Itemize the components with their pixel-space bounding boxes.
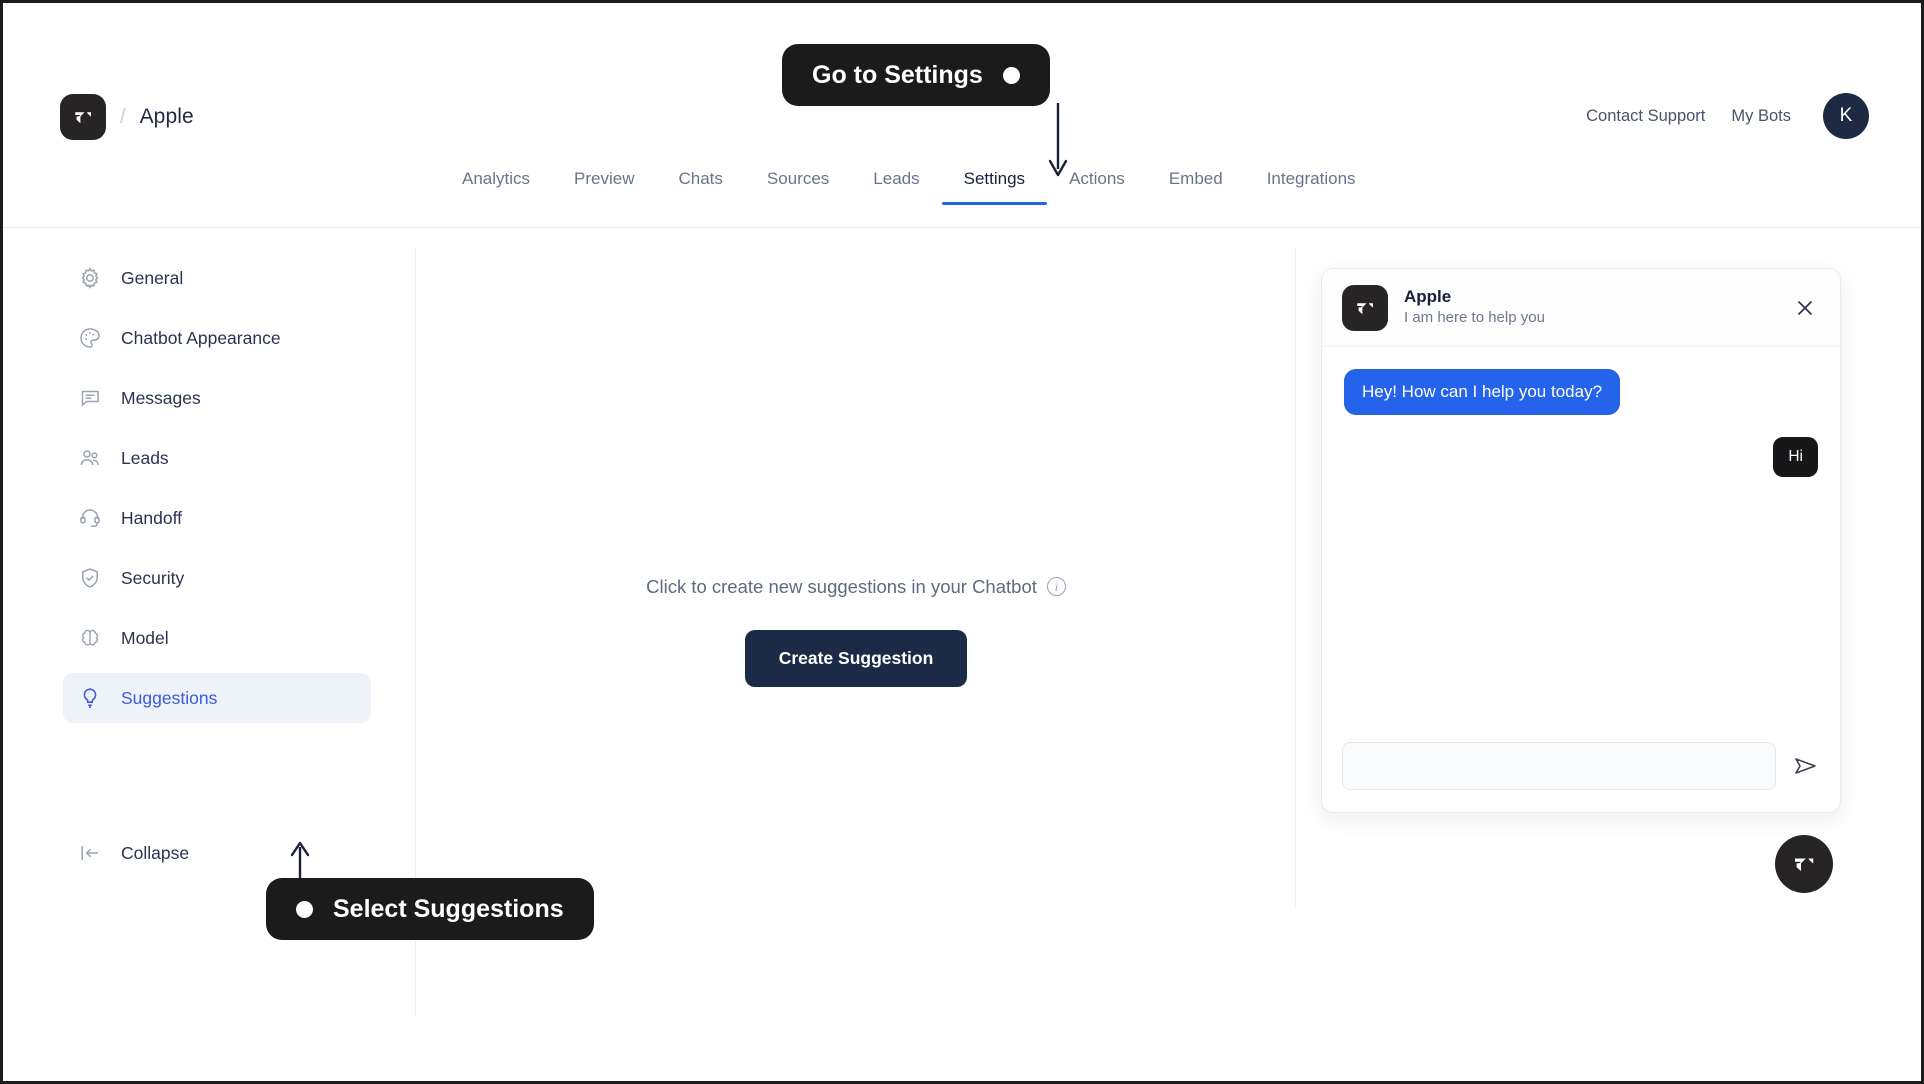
sidebar-item-model[interactable]: Model	[63, 613, 371, 663]
bot-message-bubble: Hey! How can I help you today?	[1344, 369, 1621, 415]
empty-state-message: Click to create new suggestions in your …	[646, 575, 1037, 597]
breadcrumb-bot-name: Apple	[139, 105, 194, 128]
avatar[interactable]: K	[1823, 93, 1869, 139]
chat-widget-header: Apple I am here to help you	[1322, 269, 1840, 347]
tab-analytics[interactable]: Analytics	[440, 169, 552, 205]
sidebar-collapse-label: Collapse	[121, 842, 190, 863]
collapse-icon	[77, 840, 103, 866]
headset-icon	[77, 505, 103, 531]
callout-go-to-settings: Go to Settings	[782, 44, 1050, 106]
callout-arrow-down-icon	[1048, 103, 1068, 177]
chat-launcher-button[interactable]	[1775, 835, 1833, 893]
breadcrumb-separator: /	[120, 105, 126, 128]
palette-icon	[77, 325, 103, 351]
user-message-bubble: Hi	[1773, 437, 1818, 477]
close-icon[interactable]	[1792, 295, 1818, 321]
sidebar-item-handoff[interactable]: Handoff	[63, 493, 371, 543]
callout-dot-icon	[296, 900, 313, 918]
sidebar-item-chatbot-appearance[interactable]: Chatbot Appearance	[63, 313, 371, 363]
contact-support-link[interactable]: Contact Support	[1586, 107, 1705, 126]
my-bots-link[interactable]: My Bots	[1731, 107, 1791, 126]
tab-settings[interactable]: Settings	[941, 169, 1048, 205]
sidebar-item-suggestions[interactable]: Suggestions	[63, 673, 371, 723]
chatbot-logo-icon[interactable]	[60, 94, 106, 140]
chat-message-row: Hey! How can I help you today?	[1344, 369, 1818, 415]
sidebar-item-label: Messages	[121, 387, 201, 408]
gear-icon	[77, 265, 103, 291]
chat-preview-widget: Apple I am here to help you Hey! How can…	[1321, 268, 1841, 813]
callout-go-to-settings-text: Go to Settings	[812, 60, 983, 89]
chat-message-row: Hi	[1344, 437, 1818, 477]
brain-icon	[77, 625, 103, 651]
chat-widget-title: Apple	[1404, 287, 1452, 307]
app-window: / Apple Contact Support My Bots K Analyt…	[0, 0, 1924, 1084]
empty-state-message-row: Click to create new suggestions in your …	[646, 576, 1066, 598]
lightbulb-icon	[77, 685, 103, 711]
nav-divider	[3, 227, 1921, 228]
header-actions: Contact Support My Bots K	[1586, 93, 1869, 139]
create-suggestion-button[interactable]: Create Suggestion	[744, 629, 968, 687]
sidebar-item-label: Suggestions	[121, 687, 218, 708]
breadcrumb: / Apple	[60, 94, 194, 140]
sidebar-item-general[interactable]: General	[63, 253, 371, 303]
sidebar-item-security[interactable]: Security	[63, 553, 371, 603]
sidebar-item-leads[interactable]: Leads	[63, 433, 371, 483]
sidebar-item-label: Model	[121, 627, 169, 648]
sidebar-item-label: Chatbot Appearance	[121, 327, 281, 348]
users-icon	[77, 445, 103, 471]
tab-sources[interactable]: Sources	[745, 169, 851, 205]
message-icon	[77, 385, 103, 411]
chat-widget-titles: Apple I am here to help you	[1404, 286, 1545, 328]
info-icon[interactable]: i	[1046, 577, 1066, 596]
main-nav-tabs: Analytics Preview Chats Sources Leads Setting…	[3, 169, 1921, 229]
tab-integrations[interactable]: Integrations	[1245, 169, 1378, 205]
chat-widget-logo-icon	[1342, 284, 1388, 331]
send-icon[interactable]	[1790, 751, 1820, 781]
chat-message-input[interactable]	[1342, 742, 1776, 790]
sidebar-item-label: Handoff	[121, 507, 182, 528]
content-right-divider	[1295, 247, 1296, 907]
tab-chats[interactable]: Chats	[657, 169, 745, 205]
callout-select-suggestions: Select Suggestions	[266, 878, 594, 940]
callout-select-suggestions-text: Select Suggestions	[333, 894, 564, 923]
tab-leads[interactable]: Leads	[851, 169, 941, 205]
chat-input-row	[1322, 728, 1840, 812]
sidebar-item-label: Leads	[121, 447, 169, 468]
tab-preview[interactable]: Preview	[552, 169, 656, 205]
tab-embed[interactable]: Embed	[1147, 169, 1245, 205]
shield-check-icon	[77, 565, 103, 591]
sidebar-item-messages[interactable]: Messages	[63, 373, 371, 423]
chat-message-list: Hey! How can I help you today? Hi	[1322, 347, 1840, 728]
callout-dot-icon	[1002, 66, 1020, 84]
sidebar-item-label: Security	[121, 567, 185, 588]
sidebar-collapse-button[interactable]: Collapse	[63, 828, 371, 878]
chat-widget-subtitle: I am here to help you	[1404, 309, 1545, 327]
sidebar-item-label: General	[121, 267, 184, 288]
